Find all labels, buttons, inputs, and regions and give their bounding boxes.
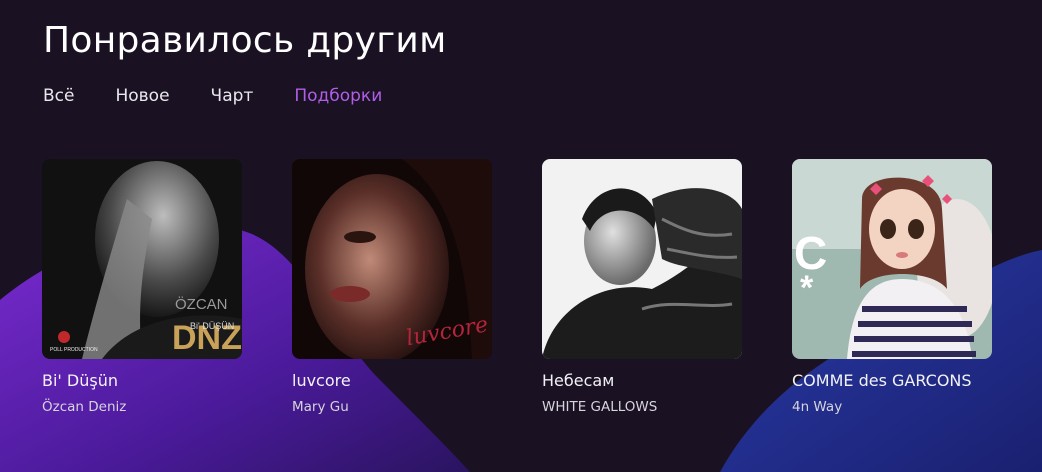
album-card-bi-dusun[interactable]: ÖZCAN DNZ Bi' DÜŞÜN POLL PRODUCTION Bi' …	[42, 159, 242, 415]
label-logo-icon	[58, 331, 70, 343]
cover-text-subtitle: Bi' DÜŞÜN	[190, 321, 234, 331]
album-card-luvcore[interactable]: luvcore luvcore Mary Gu	[292, 159, 492, 415]
tab-new[interactable]: Новое	[115, 86, 169, 106]
album-artist[interactable]: 4n Way	[792, 399, 992, 415]
album-artist[interactable]: Mary Gu	[292, 399, 492, 415]
cover-text-star: *	[800, 269, 814, 307]
album-card-nebesam[interactable]: Небесам WHITE GALLOWS	[542, 159, 742, 415]
album-cover[interactable]: ÖZCAN DNZ Bi' DÜŞÜN POLL PRODUCTION	[42, 159, 242, 359]
cover-text-ozcan: ÖZCAN	[175, 295, 228, 313]
album-title[interactable]: luvcore	[292, 371, 492, 390]
cover-text-label: POLL PRODUCTION	[50, 347, 98, 353]
album-card-comme-des-garcons[interactable]: C * COMME des GARCONS 4n Way	[792, 159, 992, 415]
album-artist[interactable]: WHITE GALLOWS	[542, 399, 742, 415]
album-cover[interactable]: C *	[792, 159, 992, 359]
album-cover[interactable]: luvcore	[292, 159, 492, 359]
album-title[interactable]: Небесам	[542, 371, 742, 390]
page-title: Понравилось другим	[43, 20, 447, 61]
tab-all[interactable]: Всё	[43, 86, 74, 106]
album-title[interactable]: COMME des GARCONS	[792, 371, 992, 390]
tab-chart[interactable]: Чарт	[211, 86, 254, 106]
tabs-bar: Всё Новое Чарт Подборки	[43, 86, 382, 106]
tab-collections[interactable]: Подборки	[294, 86, 382, 106]
album-artist[interactable]: Özcan Deniz	[42, 399, 242, 415]
album-title[interactable]: Bi' Düşün	[42, 371, 242, 390]
album-cover[interactable]	[542, 159, 742, 359]
